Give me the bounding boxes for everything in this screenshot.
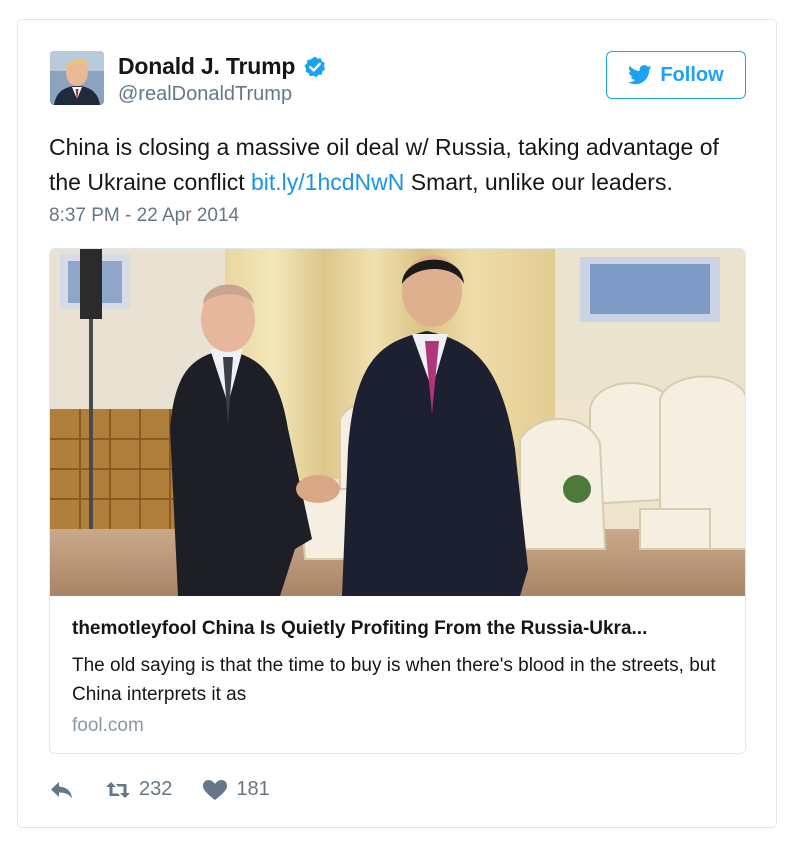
display-name[interactable]: Donald J. Trump xyxy=(118,53,295,80)
retweet-count: 232 xyxy=(139,778,173,800)
card-title[interactable]: themotleyfool China Is Quietly Profiting… xyxy=(72,618,647,640)
heart-icon xyxy=(203,779,228,800)
tweet-actions: 232 181 xyxy=(49,778,270,801)
screen-name[interactable]: @realDonaldTrump xyxy=(118,83,327,106)
card-image[interactable] xyxy=(50,249,746,596)
follow-button[interactable]: Follow xyxy=(606,51,746,99)
like-button[interactable]: 181 xyxy=(202,778,270,801)
card-description: The old saying is that the time to buy i… xyxy=(72,655,716,705)
tweet-text-part2: Smart, unlike our leaders. xyxy=(404,169,673,195)
reply-button[interactable] xyxy=(49,779,75,801)
reply-icon xyxy=(51,781,72,798)
twitter-bird-icon xyxy=(628,65,652,85)
tweet-text: China is closing a massive oil deal w/ R… xyxy=(49,130,749,200)
follow-button-label: Follow xyxy=(660,63,724,86)
retweet-button[interactable]: 232 xyxy=(105,778,172,801)
tweet-link[interactable]: bit.ly/1hcdNwN xyxy=(251,169,404,195)
timestamp[interactable]: 8:37 PM - 22 Apr 2014 xyxy=(49,205,239,227)
verified-badge-icon xyxy=(303,55,327,79)
like-count: 181 xyxy=(236,778,270,800)
retweet-icon xyxy=(106,781,130,798)
avatar-image xyxy=(50,51,104,105)
link-card[interactable]: themotleyfool China Is Quietly Profiting… xyxy=(49,248,746,754)
user-name-block[interactable]: Donald J. Trump @realDonaldTrump xyxy=(118,53,327,106)
avatar[interactable] xyxy=(50,51,104,105)
card-domain: fool.com xyxy=(72,715,144,736)
tweet-card: Donald J. Trump @realDonaldTrump Follow … xyxy=(17,19,777,828)
